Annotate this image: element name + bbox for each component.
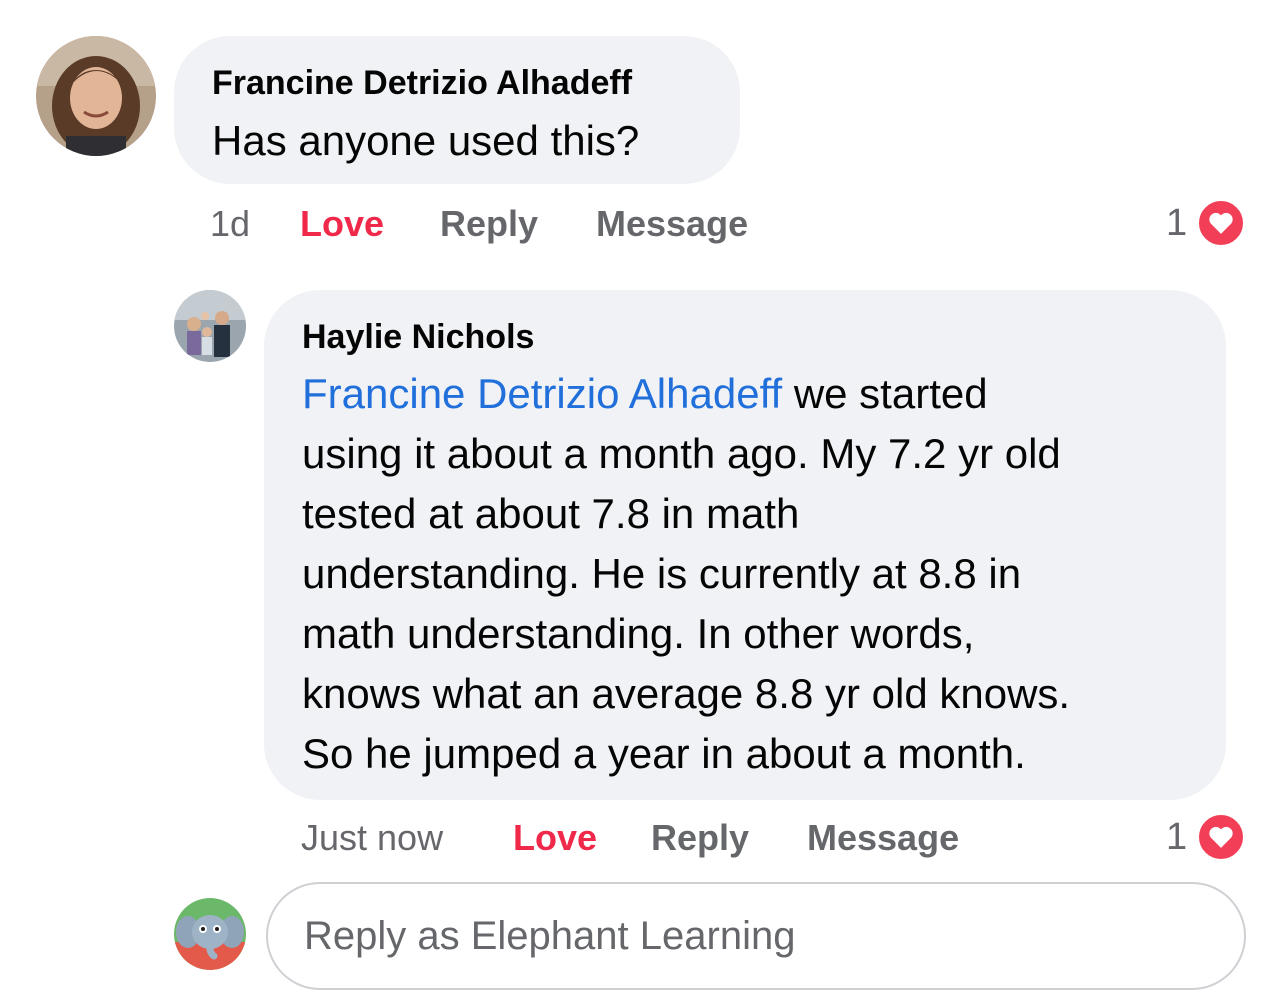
comment-bubble: Francine Detrizio Alhadeff Has anyone us… xyxy=(174,36,740,184)
reaction-count: 1 xyxy=(1166,202,1188,244)
comment-line: using it about a month ago. My 7.2 yr ol… xyxy=(302,430,1061,477)
comment-time[interactable]: 1d xyxy=(210,202,250,246)
reaction-summary[interactable]: 1 xyxy=(1166,198,1250,248)
comment-time[interactable]: Just now xyxy=(301,816,443,860)
comment-line: knows what an average 8.8 yr old knows. xyxy=(302,670,1071,717)
reaction-count: 1 xyxy=(1166,816,1188,858)
comment-line: math understanding. In other words, xyxy=(302,610,975,657)
comment-line: understanding. He is currently at 8.8 in xyxy=(302,550,1022,597)
comment-line: So he jumped a year in about a month. xyxy=(302,730,1026,777)
heart-icon xyxy=(1196,198,1246,248)
love-button[interactable]: Love xyxy=(513,816,597,860)
reply-button[interactable]: Reply xyxy=(651,816,749,860)
comment-line: Francine Detrizio Alhadeff we started xyxy=(302,364,1070,424)
reply-input[interactable] xyxy=(302,912,1210,960)
reply-button[interactable]: Reply xyxy=(440,202,538,246)
love-button[interactable]: Love xyxy=(300,202,384,246)
comment-author[interactable]: Haylie Nichols xyxy=(302,316,534,358)
reaction-summary[interactable]: 1 xyxy=(1166,812,1250,862)
avatar-francine[interactable] xyxy=(36,36,156,156)
reply-bubble: Haylie Nichols Francine Detrizio Alhadef… xyxy=(264,290,1226,800)
avatar-haylie[interactable] xyxy=(174,290,246,362)
heart-icon xyxy=(1196,812,1246,862)
comment-line: tested at about 7.8 in math xyxy=(302,490,800,537)
reply-composer[interactable] xyxy=(266,882,1246,990)
message-button[interactable]: Message xyxy=(807,816,959,860)
comment-text: Has anyone used this? xyxy=(212,117,640,164)
message-button[interactable]: Message xyxy=(596,202,748,246)
comment-text: Francine Detrizio Alhadeff we started us… xyxy=(302,364,1070,784)
comment-actions: 1d Love Reply Message xyxy=(210,202,810,246)
comment-actions: Just now Love Reply Message xyxy=(301,816,1001,860)
comment-line-rest: we started xyxy=(782,370,988,417)
mention-link[interactable]: Francine Detrizio Alhadeff xyxy=(302,370,782,417)
elephant-icon xyxy=(174,898,246,970)
comment-author[interactable]: Francine Detrizio Alhadeff xyxy=(212,62,632,104)
